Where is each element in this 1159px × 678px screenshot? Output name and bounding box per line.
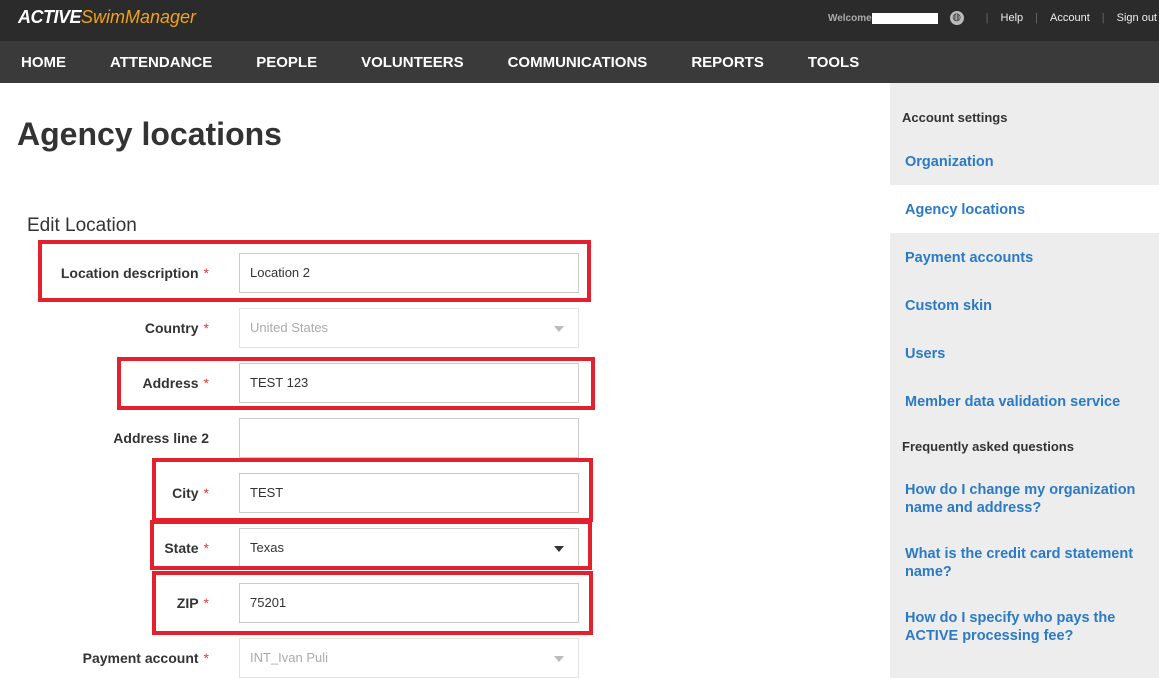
sign-out-link[interactable]: Sign out: [1117, 12, 1157, 24]
state-label: State *: [164, 540, 209, 556]
nav-reports[interactable]: REPORTS: [669, 54, 786, 71]
country-label: Country *: [144, 320, 209, 336]
sidebar: Account settings Organization Agency loc…: [890, 83, 1159, 678]
globe-icon[interactable]: ◍: [949, 11, 964, 25]
logo-active: ACTIVE: [18, 7, 82, 27]
zip-input[interactable]: 75201: [239, 583, 579, 623]
section-title: Edit Location: [27, 215, 137, 236]
location-description-label: Location description *: [60, 265, 209, 281]
account-link[interactable]: Account: [1050, 12, 1090, 24]
sidebar-item-users[interactable]: Users: [905, 345, 1155, 363]
row-state: State * Texas: [0, 528, 600, 568]
chevron-down-icon: [554, 656, 564, 662]
nav-communications[interactable]: COMMUNICATIONS: [486, 54, 670, 71]
city-label: City *: [172, 485, 209, 501]
page-title: Agency locations: [17, 116, 282, 152]
sidebar-item-organization[interactable]: Organization: [905, 153, 1155, 171]
top-bar: ACTIVESwimManager Welcome ◍ | Help | Acc…: [0, 0, 1159, 41]
faq-item-processing-fee[interactable]: How do I specify who pays the ACTIVE pro…: [905, 609, 1155, 645]
zip-label: ZIP *: [176, 595, 209, 611]
welcome-text: Welcome: [827, 12, 872, 24]
row-location-description: Location description * Location 2: [0, 253, 600, 293]
redacted-username: [871, 12, 938, 24]
address-line-2-label: Address line 2: [113, 430, 209, 446]
nav-volunteers[interactable]: VOLUNTEERS: [339, 54, 486, 71]
faq-item-statement-name[interactable]: What is the credit card statement name?: [905, 545, 1155, 581]
row-payment-account: Payment account * INT_Ivan Puli: [0, 638, 600, 678]
chevron-down-icon: [554, 546, 564, 552]
payment-account-select[interactable]: INT_Ivan Puli: [239, 638, 579, 678]
row-country: Country * United States: [0, 308, 600, 348]
nav-people[interactable]: PEOPLE: [234, 54, 339, 71]
sidebar-item-custom-skin[interactable]: Custom skin: [905, 297, 1155, 315]
main-nav: HOME ATTENDANCE PEOPLE VOLUNTEERS COMMUN…: [0, 41, 1159, 83]
faq-item-change-name[interactable]: How do I change my organization name and…: [905, 481, 1155, 517]
app-logo[interactable]: ACTIVESwimManager: [18, 7, 196, 28]
address-input[interactable]: TEST 123: [239, 363, 579, 403]
address-label: Address *: [142, 375, 209, 391]
row-address: Address * TEST 123: [0, 363, 600, 403]
row-address-line-2: Address line 2: [0, 418, 600, 458]
top-links: Welcome ◍ | Help | Account | Sign out: [827, 11, 1157, 25]
sidebar-item-agency-locations[interactable]: Agency locations: [905, 201, 1155, 219]
country-select[interactable]: United States: [239, 308, 579, 348]
help-link[interactable]: Help: [1001, 12, 1024, 24]
payment-account-label: Payment account *: [82, 650, 209, 666]
logo-product: SwimManager: [81, 7, 197, 27]
state-select[interactable]: Texas: [239, 528, 579, 568]
nav-tools[interactable]: TOOLS: [786, 54, 881, 71]
row-city: City * TEST: [0, 473, 600, 513]
address-line-2-input[interactable]: [239, 418, 579, 458]
account-settings-heading: Account settings: [902, 110, 1008, 125]
city-input[interactable]: TEST: [239, 473, 579, 513]
chevron-down-icon: [554, 326, 564, 332]
row-zip: ZIP * 75201: [0, 583, 600, 623]
location-description-input[interactable]: Location 2: [239, 253, 579, 293]
nav-home[interactable]: HOME: [0, 54, 88, 71]
sidebar-item-member-data-validation[interactable]: Member data validation service: [905, 393, 1155, 411]
nav-attendance[interactable]: ATTENDANCE: [88, 54, 234, 71]
faq-heading: Frequently asked questions: [902, 439, 1074, 454]
sidebar-item-payment-accounts[interactable]: Payment accounts: [905, 249, 1155, 267]
